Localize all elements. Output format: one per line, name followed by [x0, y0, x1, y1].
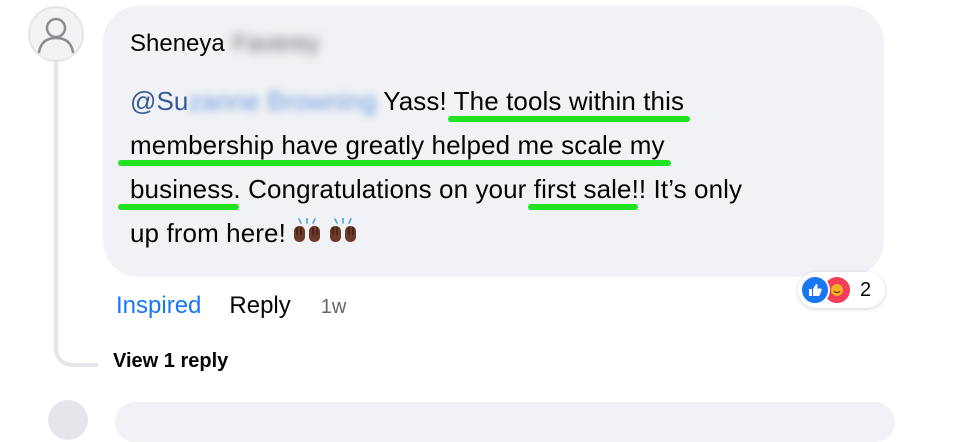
highlighted-phrase: membership have greatly helped me scale …	[130, 130, 665, 160]
comment-text-segment: !! It’s only	[631, 174, 743, 204]
highlighted-phrase: business	[130, 174, 234, 204]
author-first-name[interactable]: Sheneya	[130, 30, 225, 57]
highlighted-phrase: The tools within this	[453, 86, 685, 116]
reply-button[interactable]: Reply	[229, 292, 290, 320]
comment-text-segment: Yass!	[383, 86, 454, 116]
mention-link[interactable]: @Suzanne Browning	[130, 86, 376, 116]
comment-actions: Inspired Reply 1w	[116, 292, 346, 320]
mention-blurred-text[interactable]: zanne Browning	[189, 86, 377, 116]
like-icon	[800, 275, 830, 305]
avatar[interactable]	[28, 6, 84, 62]
reactions-summary[interactable]: 2	[798, 272, 886, 308]
comment-author[interactable]: Sheneya Faverey	[130, 30, 319, 58]
comment-line-1: @Suzanne Browning Yass! The tools within…	[130, 79, 850, 123]
view-replies-link[interactable]: View 1 reply	[113, 350, 228, 373]
highlighted-phrase: first sale	[533, 174, 632, 204]
reaction-count: 2	[860, 278, 872, 301]
comment-text-segment: up from here!	[130, 218, 286, 248]
thread-connector-line	[54, 62, 98, 367]
raising-hands-icon	[328, 213, 358, 257]
author-last-name-blurred[interactable]: Faverey	[233, 30, 320, 58]
comment-text: @Suzanne Browning Yass! The tools within…	[130, 79, 850, 257]
raising-hands-icon	[292, 213, 322, 257]
reaction-inspired-button[interactable]: Inspired	[116, 292, 201, 320]
mention-visible-text[interactable]: @Su	[130, 86, 189, 116]
comment-timestamp[interactable]: 1w	[321, 296, 347, 319]
comment-text-segment: . Congratulations on your	[233, 174, 534, 204]
next-comment-bubble	[115, 402, 895, 442]
comment-line-3: business. Congratulations on your first …	[130, 167, 850, 211]
default-user-icon	[37, 17, 75, 54]
comment-line-2: membership have greatly helped me scale …	[130, 123, 850, 167]
comment-line-4: up from here!	[130, 211, 850, 257]
next-comment-avatar[interactable]	[48, 400, 88, 440]
